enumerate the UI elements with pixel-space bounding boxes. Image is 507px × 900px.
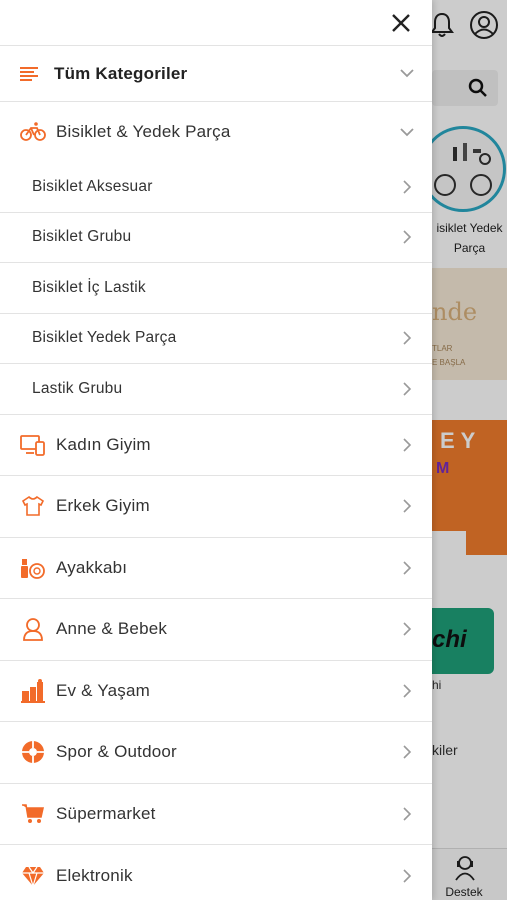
close-icon[interactable] <box>390 12 412 34</box>
subcategory-label: Bisiklet Aksesuar <box>32 177 153 195</box>
chevron-right-icon <box>400 561 414 575</box>
subcategory-item[interactable]: Bisiklet İç Lastik <box>0 263 432 314</box>
category-label: Ayakkabı <box>56 557 128 577</box>
category-elektronik[interactable]: Elektronik <box>0 845 432 900</box>
list-icon <box>20 66 40 82</box>
chevron-right-icon <box>400 684 414 698</box>
subcategory-label: Bisiklet Grubu <box>32 228 132 246</box>
category-supermarket[interactable]: Süpermarket <box>0 784 432 845</box>
chevron-right-icon <box>400 869 414 883</box>
cosmetics-icon <box>20 555 46 581</box>
home-icon <box>20 678 46 704</box>
subcategory-item[interactable]: Lastik Grubu <box>0 364 432 415</box>
person-icon <box>20 616 46 642</box>
bicycle-subcategories: Bisiklet Aksesuar Bisiklet Grubu Bisikle… <box>0 162 432 415</box>
bicycle-category-label: Bisiklet & Yedek Parça <box>56 122 231 141</box>
tshirt-icon <box>20 493 46 519</box>
bicycle-category-row[interactable]: Bisiklet & Yedek Parça <box>0 102 432 162</box>
subcategory-item[interactable]: Bisiklet Yedek Parça <box>0 314 432 364</box>
category-label: Erkek Giyim <box>56 496 150 516</box>
category-ev-yasam[interactable]: Ev & Yaşam <box>0 661 432 722</box>
subcategory-item[interactable]: Bisiklet Aksesuar <box>0 162 432 213</box>
diamond-icon <box>20 863 46 889</box>
category-ayakkabi[interactable]: Ayakkabı <box>0 538 432 599</box>
subcategory-label: Lastik Grubu <box>32 379 123 397</box>
ball-icon <box>20 739 46 765</box>
category-label: Elektronik <box>56 865 133 885</box>
subcategory-label: Bisiklet İç Lastik <box>32 278 146 296</box>
all-categories-row[interactable]: Tüm Kategoriler <box>0 46 432 102</box>
chevron-down-icon <box>400 67 414 81</box>
category-kadin-giyim[interactable]: Kadın Giyim <box>0 415 432 476</box>
category-spor-outdoor[interactable]: Spor & Outdoor <box>0 722 432 784</box>
cart-icon <box>20 801 46 827</box>
chevron-right-icon <box>400 499 414 513</box>
chevron-right-icon <box>400 622 414 636</box>
chevron-right-icon <box>400 230 414 244</box>
category-label: Ev & Yaşam <box>56 680 150 700</box>
chevron-right-icon <box>400 807 414 821</box>
all-categories-label: Tüm Kategoriler <box>54 63 188 83</box>
category-anne-bebek[interactable]: Anne & Bebek <box>0 599 432 661</box>
category-erkek-giyim[interactable]: Erkek Giyim <box>0 476 432 538</box>
subcategory-label: Bisiklet Yedek Parça <box>32 329 177 347</box>
close-button[interactable] <box>386 8 416 38</box>
chevron-right-icon <box>400 745 414 759</box>
bicycle-icon <box>20 122 46 142</box>
chevron-right-icon <box>400 331 414 345</box>
category-label: Kadın Giyim <box>56 434 151 454</box>
category-label: Anne & Bebek <box>56 619 168 639</box>
category-label: Süpermarket <box>56 803 156 823</box>
category-drawer: Tüm Kategoriler Bisiklet & Yedek Parça B… <box>0 0 432 900</box>
subcategory-item[interactable]: Bisiklet Grubu <box>0 213 432 263</box>
drawer-header <box>0 0 432 46</box>
chevron-right-icon <box>400 382 414 396</box>
chevron-right-icon <box>400 438 414 452</box>
chevron-right-icon <box>400 180 414 194</box>
devices-icon <box>20 432 46 458</box>
category-label: Spor & Outdoor <box>56 742 177 762</box>
chevron-down-icon <box>400 125 414 139</box>
